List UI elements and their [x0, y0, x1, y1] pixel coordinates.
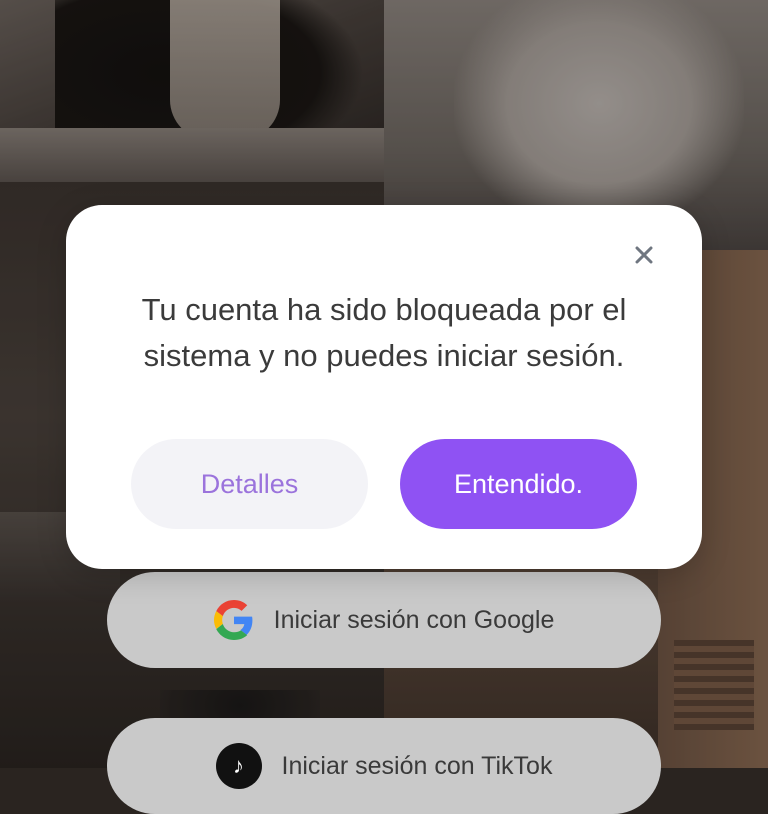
account-blocked-dialog: Tu cuenta ha sido bloqueada por el siste… — [66, 205, 702, 569]
details-button[interactable]: Detalles — [131, 439, 368, 529]
google-signin-button[interactable]: Iniciar sesión con Google — [107, 572, 661, 668]
tiktok-icon: ♪ — [215, 743, 262, 789]
close-icon — [635, 246, 653, 264]
google-signin-label: Iniciar sesión con Google — [273, 605, 555, 634]
google-icon — [213, 600, 253, 640]
close-button[interactable] — [630, 241, 658, 269]
dialog-message: Tu cuenta ha sido bloqueada por el siste… — [141, 292, 627, 373]
understood-button[interactable]: Entendido. — [400, 439, 637, 529]
tiktok-signin-label: Iniciar sesión con TikTok — [281, 751, 553, 780]
tiktok-signin-button[interactable]: ♪ Iniciar sesión con TikTok — [107, 718, 661, 814]
